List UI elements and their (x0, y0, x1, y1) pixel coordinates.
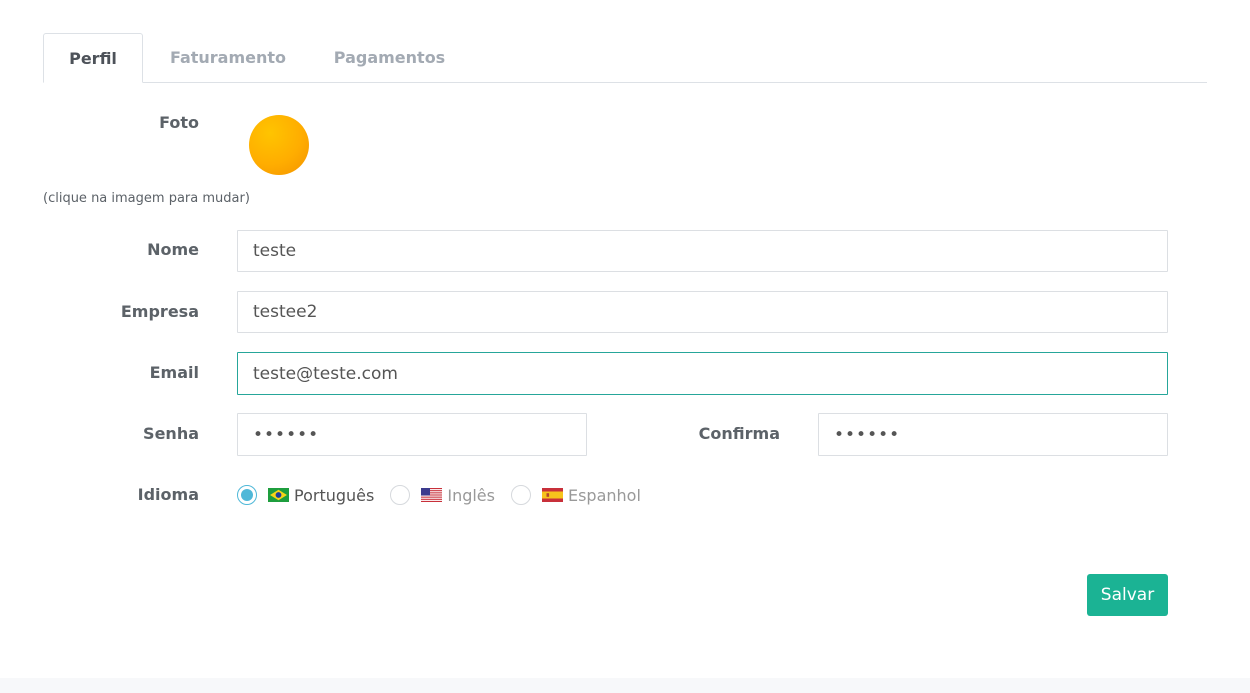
confirm-password-label: Confirma (698, 424, 780, 443)
language-label-ingles: Inglês (447, 485, 495, 505)
photo-hint: (clique na imagem para mudar) (43, 191, 250, 206)
confirm-password-input[interactable] (818, 413, 1168, 456)
profile-page: Perfil Faturamento Pagamentos Foto (cliq… (0, 0, 1250, 678)
radio-ingles[interactable] (390, 485, 411, 505)
language-label: Idioma (137, 485, 199, 504)
name-input[interactable] (237, 230, 1168, 272)
language-label-portugues: Português (294, 485, 375, 505)
usa-flag-icon (421, 488, 443, 502)
language-option-espanhol[interactable]: Espanhol (510, 485, 641, 505)
tab-perfil[interactable]: Perfil (43, 33, 143, 83)
language-option-portugues[interactable]: Português (237, 485, 374, 505)
tab-bar: Perfil Faturamento Pagamentos (43, 33, 1207, 83)
password-input[interactable] (237, 413, 587, 456)
language-radio-group: Português Inglês Espanhol (237, 483, 657, 507)
email-label: Email (149, 363, 199, 382)
company-input[interactable] (237, 291, 1168, 333)
radio-espanhol[interactable] (510, 485, 531, 505)
language-option-ingles[interactable]: Inglês (390, 485, 495, 505)
brazil-flag-icon (268, 488, 289, 502)
tab-faturamento[interactable]: Faturamento (163, 33, 293, 82)
spain-flag-icon (541, 488, 563, 502)
language-label-espanhol: Espanhol (567, 485, 641, 505)
tab-pagamentos[interactable]: Pagamentos (323, 33, 456, 82)
password-label: Senha (143, 424, 199, 443)
footer-strip (0, 678, 1250, 693)
save-button[interactable]: Salvar (1087, 574, 1168, 616)
email-input[interactable] (237, 352, 1168, 395)
avatar[interactable] (249, 115, 309, 175)
radio-portugues[interactable] (237, 485, 257, 505)
company-label: Empresa (120, 302, 199, 321)
photo-label: Foto (159, 113, 199, 132)
name-label: Nome (147, 240, 199, 259)
